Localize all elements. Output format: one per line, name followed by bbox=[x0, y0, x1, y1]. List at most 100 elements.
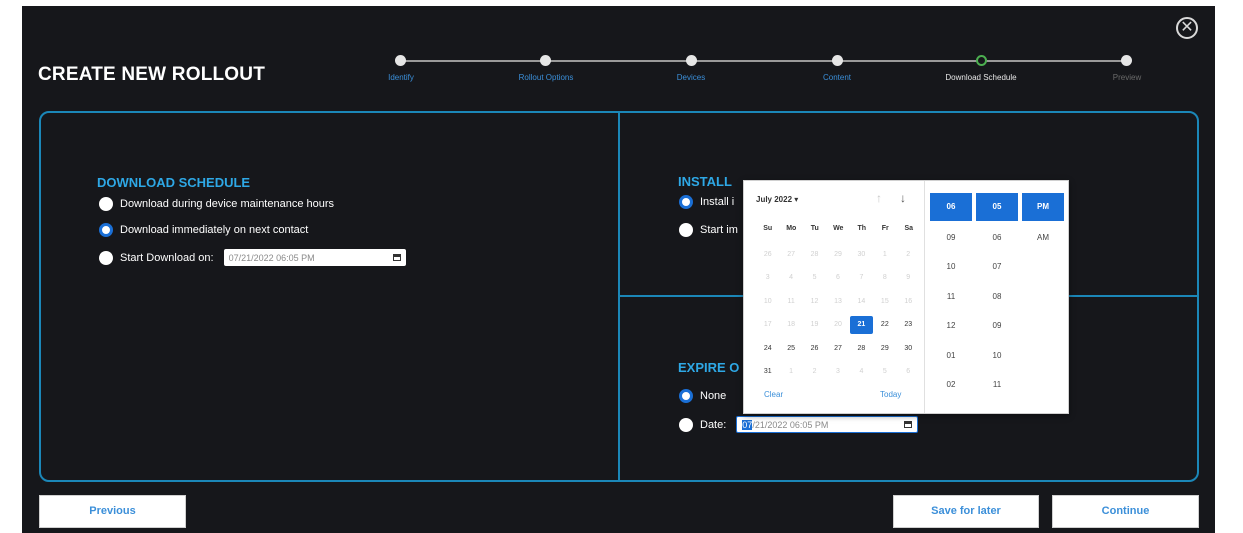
calendar-day[interactable]: 30 bbox=[897, 340, 920, 358]
save-for-later-button[interactable]: Save for later bbox=[893, 495, 1039, 528]
calendar-day: 3 bbox=[836, 368, 840, 376]
radio-start-download-on[interactable]: Start Download on: 07/21/2022 06:05 PM bbox=[99, 249, 406, 266]
minute-option[interactable]: 11 bbox=[976, 370, 1018, 400]
period-selected[interactable]: PM bbox=[1022, 193, 1064, 221]
calendar-day[interactable]: 24 bbox=[756, 340, 779, 358]
day-grid: 26 27 28 29 30 1 2 3 4 5 6 7 8 9 10 11 12 13 14 15 16 17 18 19 2… bbox=[756, 243, 920, 384]
calendar-panel: July 2022 ▾ ↑ ↓ Su Mo Tu We Th Fr Sa 26 27 28 29 3… bbox=[744, 181, 924, 413]
weekday-label: Tu bbox=[810, 225, 819, 232]
radio-expire-date[interactable]: Date: 07/21/2022 06:05 PM bbox=[679, 416, 919, 433]
radio-maintenance-hours[interactable]: Download during device maintenance hours bbox=[99, 197, 334, 211]
calendar-day[interactable]: 22 bbox=[873, 316, 896, 334]
previous-button[interactable]: Previous bbox=[39, 495, 186, 528]
weekday-label: Su bbox=[763, 225, 773, 232]
hour-option[interactable]: 11 bbox=[930, 282, 972, 312]
minute-option[interactable]: 08 bbox=[976, 282, 1018, 312]
start-download-date-input[interactable]: 07/21/2022 06:05 PM bbox=[223, 249, 406, 266]
minute-selected[interactable]: 05 bbox=[976, 193, 1018, 221]
calendar-day[interactable]: 26 bbox=[803, 340, 826, 358]
weekday-label: Th bbox=[857, 225, 867, 232]
minute-option[interactable]: 06 bbox=[976, 223, 1018, 253]
weekday-label: We bbox=[833, 225, 844, 232]
calendar-day: 29 bbox=[834, 250, 842, 258]
hour-column: 06 09 10 11 12 01 02 bbox=[930, 193, 972, 400]
calendar-day: 14 bbox=[857, 297, 866, 305]
radio-button-selected[interactable] bbox=[99, 223, 113, 237]
radio-button[interactable] bbox=[99, 250, 113, 265]
calendar-day: 11 bbox=[787, 297, 795, 305]
install-schedule-title: INSTALL bbox=[678, 174, 732, 189]
continue-button[interactable]: Continue bbox=[1052, 495, 1199, 528]
calendar-day: 5 bbox=[812, 274, 817, 282]
calendar-day[interactable]: 25 bbox=[779, 340, 802, 358]
step-dot-identify bbox=[395, 55, 406, 66]
period-option[interactable]: AM bbox=[1022, 223, 1064, 253]
minute-column: 05 06 07 08 09 10 11 bbox=[976, 193, 1018, 400]
radio-label: Download immediately on next contact bbox=[120, 224, 309, 236]
calendar-day[interactable]: 23 bbox=[897, 316, 920, 334]
calendar-day[interactable]: 27 bbox=[826, 340, 849, 358]
radio-button[interactable] bbox=[99, 197, 113, 211]
radio-install-immediately[interactable]: Install i bbox=[679, 195, 734, 209]
calendar-day: 3 bbox=[765, 274, 770, 282]
calendar-day: 1 bbox=[882, 250, 887, 258]
step-label-devices[interactable]: Devices bbox=[636, 73, 746, 82]
hour-option[interactable]: 02 bbox=[930, 370, 972, 400]
weekday-label: Fr bbox=[881, 225, 889, 232]
calendar-day: 13 bbox=[834, 297, 842, 305]
calendar-day: 8 bbox=[882, 274, 887, 282]
step-label-preview: Preview bbox=[1112, 73, 1142, 82]
calendar-day: 10 bbox=[763, 297, 772, 305]
radio-expire-none[interactable]: None bbox=[679, 389, 726, 403]
radio-label: Install i bbox=[700, 196, 735, 208]
calendar-day[interactable]: 29 bbox=[873, 340, 896, 358]
next-month-arrow-icon[interactable]: ↓ bbox=[900, 191, 906, 205]
hour-option[interactable]: 09 bbox=[930, 223, 972, 253]
hour-selected[interactable]: 06 bbox=[930, 193, 972, 221]
calendar-icon[interactable] bbox=[904, 421, 913, 428]
minute-option[interactable]: 10 bbox=[976, 341, 1018, 371]
step-label-content[interactable]: Content bbox=[782, 73, 892, 82]
minute-option[interactable]: 09 bbox=[976, 311, 1018, 341]
radio-label: None bbox=[700, 390, 727, 402]
step-label-identify[interactable]: Identify bbox=[346, 73, 456, 82]
radio-button-selected[interactable] bbox=[679, 389, 693, 403]
close-icon[interactable]: ✕ bbox=[1176, 17, 1198, 39]
radio-label: Date: bbox=[700, 418, 727, 431]
calendar-today-link[interactable]: Today bbox=[880, 390, 901, 399]
calendar-day: 4 bbox=[789, 274, 794, 282]
page-title: CREATE NEW ROLLOUT bbox=[38, 64, 266, 85]
calendar-day-selected[interactable]: 21 bbox=[849, 316, 874, 335]
calendar-day: 17 bbox=[763, 321, 772, 329]
minute-option[interactable]: 07 bbox=[976, 252, 1018, 282]
calendar-day: 30 bbox=[857, 250, 866, 258]
calendar-day: 16 bbox=[904, 297, 913, 305]
radio-start-install[interactable]: Start im bbox=[679, 223, 738, 237]
calendar-day[interactable]: 31 bbox=[756, 363, 779, 381]
expire-date-input[interactable]: 07/21/2022 06:05 PM bbox=[736, 416, 919, 433]
calendar-week-row: 3 4 5 6 7 8 9 bbox=[756, 267, 920, 291]
hour-option[interactable]: 12 bbox=[930, 311, 972, 341]
radio-button-selected[interactable] bbox=[679, 195, 693, 209]
radio-button[interactable] bbox=[679, 223, 693, 237]
radio-download-immediately[interactable]: Download immediately on next contact bbox=[99, 223, 308, 237]
expire-title: EXPIRE O bbox=[678, 360, 740, 375]
calendar-day: 1 bbox=[789, 368, 794, 376]
radio-button[interactable] bbox=[679, 417, 693, 432]
radio-label: Download during device maintenance hours bbox=[120, 198, 335, 210]
calendar-clear-link[interactable]: Clear bbox=[764, 390, 783, 399]
calendar-day[interactable]: 28 bbox=[850, 340, 873, 358]
radio-label: Start im bbox=[700, 224, 738, 236]
calendar-icon[interactable] bbox=[392, 254, 401, 261]
calendar-day: 6 bbox=[836, 274, 840, 282]
month-year-dropdown[interactable]: July 2022 ▾ bbox=[756, 195, 798, 204]
radio-label: Start Download on: bbox=[120, 251, 214, 264]
step-label-rollout-options[interactable]: Rollout Options bbox=[491, 73, 601, 82]
hour-option[interactable]: 10 bbox=[930, 252, 972, 282]
calendar-day: 20 bbox=[834, 321, 842, 329]
hour-option[interactable]: 01 bbox=[930, 341, 972, 371]
step-dot-content bbox=[832, 55, 843, 66]
calendar-week-row: 10 11 12 13 14 15 16 bbox=[756, 290, 920, 314]
previous-month-arrow-icon[interactable]: ↑ bbox=[876, 191, 882, 205]
calendar-day: 19 bbox=[810, 321, 819, 329]
